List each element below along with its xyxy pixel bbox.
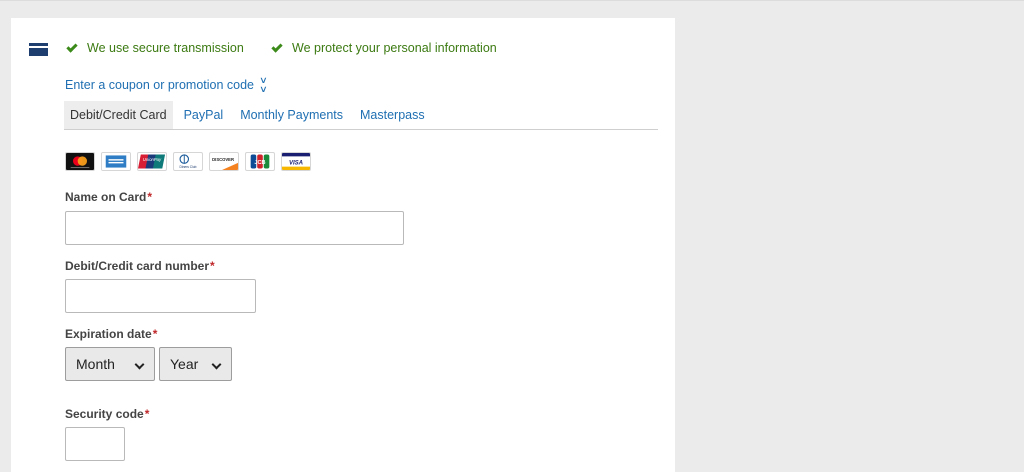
coupon-link-text[interactable]: Enter a coupon or promotion code	[65, 78, 254, 92]
expiration-year-select[interactable]: Year	[159, 347, 232, 381]
card-logos: UnionPay Diners Club DISCOVER JCB VISA	[65, 152, 317, 171]
tab-debit-credit-card[interactable]: Debit/Credit Card	[64, 101, 173, 129]
privacy-note: We protect your personal information	[270, 40, 497, 56]
coupon-link[interactable]: Enter a coupon or promotion code ∨ ∨	[65, 76, 268, 94]
privacy-text: We protect your personal information	[292, 41, 497, 55]
name-on-card-input[interactable]	[65, 211, 404, 245]
credit-card-icon	[29, 43, 48, 56]
expiration-date-label: Expiration date*	[65, 327, 157, 341]
jcb-text: JCB	[254, 160, 265, 166]
jcb-icon: JCB	[245, 152, 275, 171]
check-icon	[271, 40, 283, 53]
discover-text: DISCOVER	[212, 157, 234, 162]
unionpay-icon: UnionPay	[137, 152, 167, 171]
check-icon	[66, 40, 78, 53]
discover-icon: DISCOVER	[209, 152, 239, 171]
card-number-label: Debit/Credit card number*	[65, 259, 215, 273]
card-number-input[interactable]	[65, 279, 256, 313]
expiration-date-label-text: Expiration date	[65, 327, 152, 341]
expiration-year-value: Year	[170, 356, 199, 372]
diners-club-icon: Diners Club	[173, 152, 203, 171]
security-code-label: Security code*	[65, 407, 149, 421]
expiration-month-value: Month	[76, 356, 115, 372]
diners-club-text: Diners Club	[180, 165, 197, 169]
unionpay-text: UnionPay	[143, 157, 162, 162]
tab-paypal[interactable]: PayPal	[178, 101, 230, 129]
expiration-month-select[interactable]: Month	[65, 347, 155, 381]
required-marker: *	[147, 190, 153, 204]
security-code-label-text: Security code	[65, 407, 144, 421]
chevron-down-icon	[211, 359, 222, 370]
secure-transmission-text: We use secure transmission	[87, 41, 244, 55]
mastercard-icon	[65, 152, 95, 171]
security-code-input[interactable]	[65, 427, 125, 461]
card-number-label-text: Debit/Credit card number	[65, 259, 210, 273]
name-on-card-label: Name on Card*	[65, 190, 152, 204]
amex-icon	[101, 152, 131, 171]
required-marker: *	[152, 327, 158, 341]
chevron-down-icon	[134, 359, 145, 370]
name-on-card-label-text: Name on Card	[65, 190, 147, 204]
visa-icon: VISA	[281, 152, 311, 171]
required-marker: *	[144, 407, 150, 421]
secure-transmission-note: We use secure transmission	[65, 40, 244, 56]
double-chevron-down-icon[interactable]: ∨ ∨	[259, 76, 267, 94]
top-divider	[0, 0, 1024, 1]
payment-method-tabs: Debit/Credit Card PayPal Monthly Payment…	[64, 101, 658, 130]
visa-text: VISA	[289, 160, 303, 166]
required-marker: *	[210, 259, 215, 273]
tab-monthly-payments[interactable]: Monthly Payments	[234, 101, 349, 129]
tab-masterpass[interactable]: Masterpass	[354, 101, 431, 129]
